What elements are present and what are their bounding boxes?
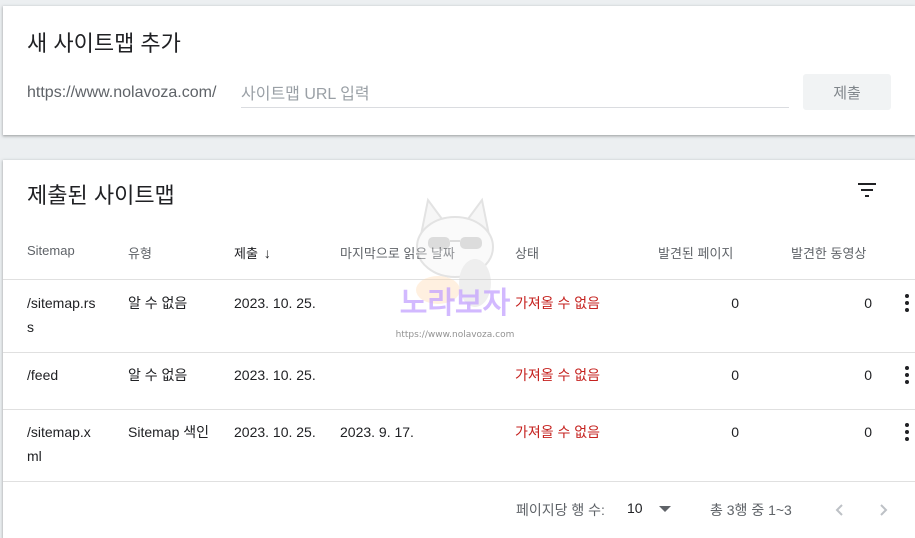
more-vert-icon[interactable] — [899, 291, 915, 315]
table-row[interactable]: /sitemap.x ml Sitemap 색인 2023. 10. 25. 2… — [3, 410, 915, 482]
url-prefix: https://www.nolavoza.com/ — [27, 84, 217, 101]
col-status[interactable]: 상태 — [515, 243, 539, 262]
rows-per-page-select[interactable]: 10 — [627, 500, 643, 516]
status-text: 가져올 수 없음 — [515, 367, 601, 383]
submitted-sitemaps-title: 제출된 사이트맵 — [27, 183, 175, 208]
col-submitted[interactable]: 제출 ↓ — [234, 243, 271, 262]
sitemap-type: Sitemap 색인 — [128, 424, 210, 440]
last-read-date: 2023. 9. 17. — [340, 424, 414, 440]
videos-count: 0 — [864, 295, 872, 311]
col-last-read[interactable]: 마지막으로 읽은 날짜 — [340, 243, 455, 262]
videos-count: 0 — [864, 424, 872, 440]
table-footer: 페이지당 행 수: 10 총 3행 중 1~3 — [3, 482, 915, 538]
col-submitted-label: 제출 — [234, 246, 258, 261]
col-pages[interactable]: 발견된 페이지 — [658, 243, 733, 262]
col-sitemap[interactable]: Sitemap — [27, 243, 75, 258]
table-header: Sitemap 유형 제출 ↓ 마지막으로 읽은 날짜 상태 발견된 페이지 발견… — [3, 240, 915, 280]
submitted-sitemaps-card: 제출된 사이트맵 Sitemap 유형 제출 ↓ 마지막으로 읽은 날짜 상태 발… — [3, 160, 915, 538]
range-text: 총 3행 중 1~3 — [710, 502, 792, 518]
sitemap-path: /feed — [27, 363, 58, 387]
sitemap-path-line1: /sitemap.x — [27, 424, 91, 440]
sitemap-path-line1: /feed — [27, 367, 59, 383]
table-row[interactable]: /feed 알 수 없음 2023. 10. 25. 가져올 수 없음 0 0 — [3, 353, 915, 410]
table-row[interactable]: /sitemap.rs s 알 수 없음 2023. 10. 25. 가져올 수… — [3, 281, 915, 353]
submitted-date: 2023. 10. 25. — [234, 424, 316, 440]
sitemap-type: 알 수 없음 — [128, 367, 188, 383]
sort-arrow-down-icon: ↓ — [263, 245, 271, 261]
sitemap-url-input[interactable] — [241, 82, 789, 108]
next-page-icon[interactable] — [871, 498, 895, 522]
sitemap-path: /sitemap.x ml — [27, 420, 91, 468]
sitemap-type: 알 수 없음 — [128, 295, 188, 311]
dropdown-arrow-icon[interactable] — [659, 506, 671, 512]
more-vert-icon[interactable] — [899, 420, 915, 444]
filter-icon[interactable] — [855, 178, 879, 202]
sitemap-path-line1: /sitemap.rs — [27, 295, 96, 311]
pages-count: 0 — [731, 367, 739, 383]
prev-page-icon[interactable] — [828, 498, 852, 522]
submitted-date: 2023. 10. 25. — [234, 367, 316, 383]
add-sitemap-title: 새 사이트맵 추가 — [27, 31, 181, 56]
sitemap-path: /sitemap.rs s — [27, 291, 95, 339]
col-videos[interactable]: 발견한 동영상 — [791, 243, 866, 262]
sitemap-path-line2: s — [27, 319, 34, 335]
pages-count: 0 — [731, 295, 739, 311]
rows-per-page-label: 페이지당 행 수: — [516, 502, 605, 518]
sitemap-path-line2: ml — [27, 448, 42, 464]
pages-count: 0 — [731, 424, 739, 440]
status-text: 가져올 수 없음 — [515, 295, 601, 311]
col-type[interactable]: 유형 — [128, 243, 152, 262]
videos-count: 0 — [864, 367, 872, 383]
submit-button[interactable]: 제출 — [803, 74, 891, 110]
more-vert-icon[interactable] — [899, 363, 915, 387]
add-sitemap-card: 새 사이트맵 추가 https://www.nolavoza.com/ 제출 — [3, 6, 915, 135]
submitted-date: 2023. 10. 25. — [234, 295, 316, 311]
status-text: 가져올 수 없음 — [515, 424, 601, 440]
